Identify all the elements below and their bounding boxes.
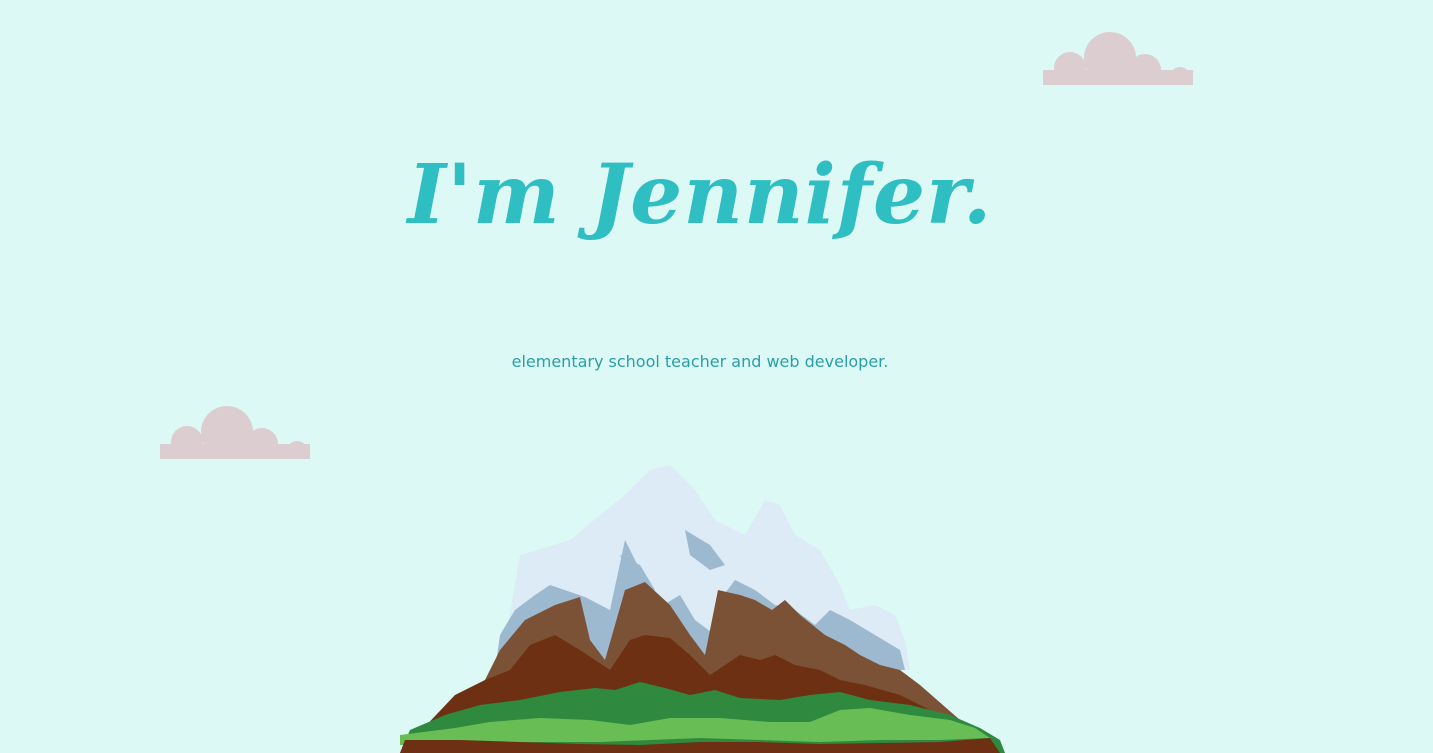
cloud-icon — [160, 406, 310, 459]
cloud-icon — [1043, 32, 1193, 85]
hero-subtitle: elementary school teacher and web develo… — [511, 352, 889, 371]
hero-title: I'm Jennifer. — [407, 147, 993, 243]
mountain-illustration — [400, 465, 1005, 753]
landing-page: I'm Jennifer. elementary school teacher … — [0, 0, 1433, 753]
